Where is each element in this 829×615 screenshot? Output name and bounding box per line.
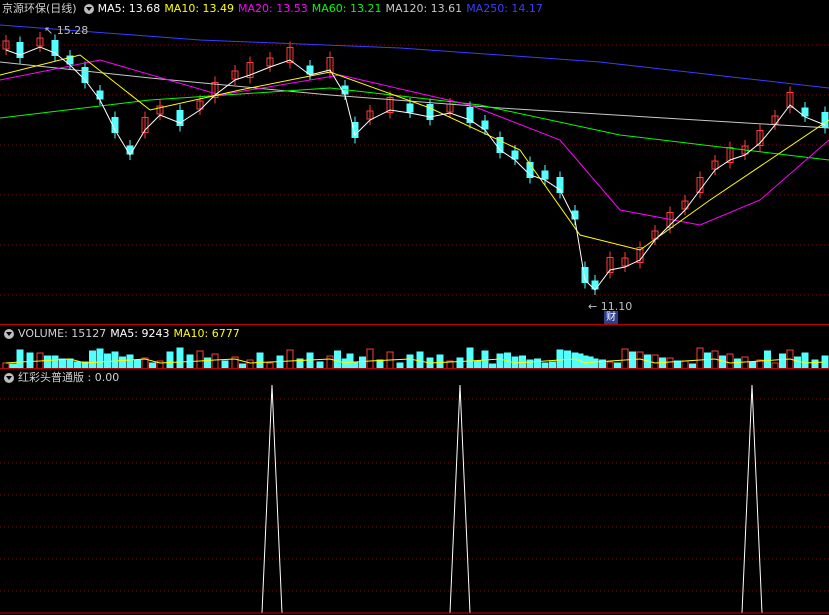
- volume-bar: [256, 352, 264, 369]
- price-chart[interactable]: [0, 0, 829, 325]
- arrow-icon: ←: [588, 300, 598, 313]
- high-marker: ↖ 15.28: [44, 24, 88, 37]
- ma10-line: [0, 54, 829, 251]
- volume-bar: [629, 351, 636, 369]
- volume-bar: [196, 350, 204, 369]
- volume-bar: [704, 352, 711, 369]
- volume-bar: [496, 353, 504, 369]
- volume-bar: [306, 352, 314, 369]
- finance-badge[interactable]: 财: [604, 311, 618, 324]
- volume-bar: [211, 353, 219, 369]
- candle-body: [541, 170, 549, 180]
- volume-header: VOLUME: 15127 MA5: 9243 MA10: 6777: [0, 325, 244, 343]
- ma250-label: MA250: 14.17: [466, 2, 543, 15]
- ma5-label: MA5: 13.68: [97, 2, 161, 15]
- signal-spike: [741, 384, 763, 614]
- volume-ma5: MA5: 9243: [110, 327, 170, 340]
- ma60-line: [0, 87, 829, 161]
- volume-bar: [176, 347, 184, 369]
- volume-bar: [779, 353, 786, 369]
- high-price-label: 15.28: [56, 24, 89, 37]
- dropdown-icon[interactable]: [4, 373, 14, 383]
- dropdown-icon[interactable]: [83, 4, 94, 14]
- ma20-label: MA20: 13.53: [238, 2, 308, 15]
- ma250-line: [0, 24, 829, 89]
- candle-body: [126, 145, 134, 155]
- ma20-line: [0, 59, 829, 226]
- volume-bar: [636, 351, 644, 369]
- volume-bar: [126, 354, 134, 369]
- volume-bar: [406, 354, 414, 369]
- volume-bar: [286, 349, 294, 369]
- volume-panel[interactable]: VOLUME: 15127 MA5: 9243 MA10: 6777: [0, 325, 829, 369]
- indicator-panel[interactable]: 红彩头普通版 : 0.00: [0, 369, 829, 615]
- ma10-label: MA10: 13.49: [164, 2, 235, 15]
- price-header: 京源环保(日线) MA5: 13.68 MA10: 13.49 MA20: 13…: [0, 0, 547, 18]
- volume-label: VOLUME: 15127: [18, 327, 107, 340]
- volume-ma10: MA10: 6777: [173, 327, 240, 340]
- stock-title: 京源环保(日线): [2, 2, 77, 15]
- indicator-header: 红彩头普通版 : 0.00: [0, 369, 123, 387]
- volume-bar: [166, 351, 174, 369]
- signal-spike: [261, 384, 283, 614]
- indicator-label: 红彩头普通版 : 0.00: [18, 371, 120, 384]
- indicator-chart[interactable]: [0, 369, 829, 615]
- volume-bar: [89, 350, 96, 369]
- volume-bar: [16, 349, 24, 369]
- volume-bar: [621, 348, 629, 369]
- ma60-label: MA60: 13.21: [311, 2, 382, 15]
- volume-bar: [96, 348, 104, 369]
- signal-spike: [449, 384, 471, 614]
- volume-bar: [801, 352, 809, 369]
- arrow-icon: ↖: [44, 24, 54, 37]
- candle-body: [821, 112, 829, 128]
- candle-body: [481, 120, 489, 130]
- price-panel[interactable]: 京源环保(日线) MA5: 13.68 MA10: 13.49 MA20: 13…: [0, 0, 829, 325]
- volume-bar: [696, 347, 704, 369]
- dropdown-icon[interactable]: [4, 329, 14, 339]
- ma120-label: MA120: 13.61: [385, 2, 463, 15]
- ma5-line: [5, 46, 826, 291]
- volume-bar: [726, 353, 734, 369]
- volume-bar: [366, 348, 374, 369]
- candle-body: [406, 103, 414, 113]
- candle-body: [511, 150, 519, 160]
- volume-bar: [466, 347, 474, 369]
